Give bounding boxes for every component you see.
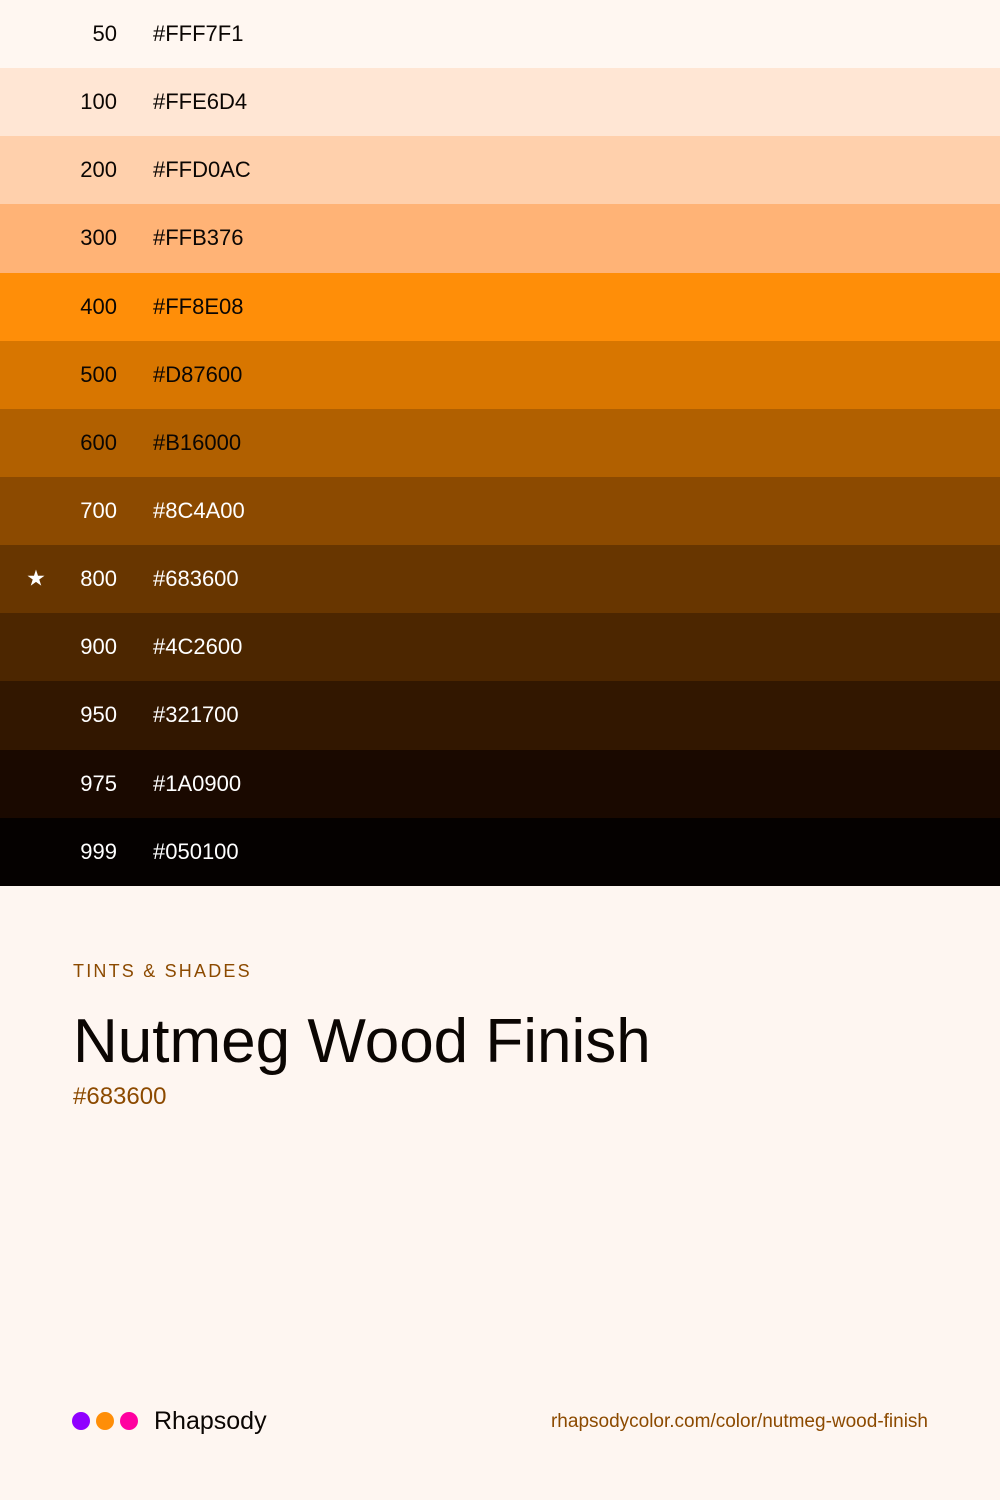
swatch-row[interactable]: 100 #FFE6D4 — [0, 68, 1000, 137]
swatch-step-label: 50 — [92, 21, 117, 47]
star-icon: ★ — [26, 565, 46, 591]
swatch-row[interactable]: 975 #1A0900 — [0, 749, 1000, 818]
color-hex-code: #683600 — [73, 1083, 167, 1110]
swatch-step-label: 400 — [80, 293, 117, 319]
color-name-title: Nutmeg Wood Finish — [73, 1007, 651, 1076]
swatch-hex-label: #8C4A00 — [153, 498, 245, 524]
swatch-step-label: 800 — [80, 566, 117, 592]
swatch-hex-label: #B16000 — [153, 429, 242, 455]
swatch-hex-label: #D87600 — [153, 361, 243, 387]
swatch-row[interactable]: 300 #FFB376 — [0, 204, 1000, 273]
swatch-row[interactable]: 400 #FF8E08 — [0, 272, 1000, 341]
logo-dot-pink-icon — [120, 1412, 138, 1430]
swatch-hex-label: #1A0900 — [153, 770, 242, 796]
swatch-step-label: 600 — [80, 429, 117, 455]
swatch-row[interactable]: 600 #B16000 — [0, 408, 1000, 477]
swatch-step-label: 700 — [80, 498, 117, 524]
footer: Rhapsody rhapsodycolor.com/color/nutmeg-… — [0, 1400, 1000, 1440]
swatch-row[interactable]: 950 #321700 — [0, 681, 1000, 750]
swatch-row[interactable]: 999 #050100 — [0, 817, 1000, 886]
logo-dot-orange-icon — [96, 1412, 114, 1430]
swatch-step-label: 200 — [80, 157, 117, 183]
swatch-hex-label: #FFB376 — [153, 225, 244, 251]
swatch-hex-label: #FFE6D4 — [153, 89, 248, 115]
swatch-hex-label: #050100 — [153, 838, 239, 864]
swatch-step-label: 900 — [80, 634, 117, 660]
swatch-row[interactable]: 700 #8C4A00 — [0, 476, 1000, 546]
swatch-step-label: 100 — [80, 89, 117, 115]
swatch-hex-label: #FF8E08 — [153, 293, 244, 319]
brand-logo[interactable]: Rhapsody — [72, 1406, 267, 1436]
swatch-row[interactable]: 500 #D87600 — [0, 340, 1000, 409]
section-eyebrow: TINTS & SHADES — [73, 961, 252, 981]
swatch-hex-label: #683600 — [153, 566, 239, 592]
swatch-hex-label: #FFF7F1 — [153, 21, 244, 47]
swatch-step-label: 300 — [80, 225, 117, 251]
swatch-row[interactable]: 50 #FFF7F1 — [0, 0, 1000, 69]
swatch-row[interactable]: 200 #FFD0AC — [0, 136, 1000, 205]
swatch-row[interactable]: 900 #4C2600 — [0, 613, 1000, 682]
swatch-step-label: 999 — [80, 838, 117, 864]
swatch-step-label: 975 — [80, 770, 117, 796]
swatch-hex-label: #4C2600 — [153, 634, 243, 660]
swatch-step-label: 950 — [80, 702, 117, 728]
swatch-list: 50 #FFF7F1 100 #FFE6D4 200 #FFD0AC 300 #FFB376 4… — [0, 0, 1000, 886]
logo-dot-purple-icon — [72, 1412, 90, 1430]
page-url-link[interactable]: rhapsodycolor.com/color/nutmeg-wood-fini… — [551, 1410, 928, 1434]
swatch-hex-label: #321700 — [153, 702, 239, 728]
color-info: TINTS & SHADES Nutmeg Wood Finish #68360… — [73, 960, 651, 1112]
brand-name: Rhapsody — [154, 1407, 267, 1435]
swatch-row[interactable]: ★ 800 #683600 — [0, 545, 1000, 614]
swatch-step-label: 500 — [80, 361, 117, 387]
swatch-hex-label: #FFD0AC — [153, 157, 251, 183]
